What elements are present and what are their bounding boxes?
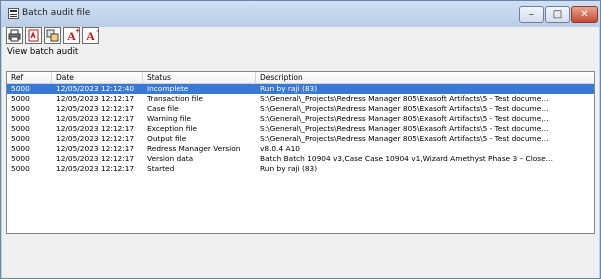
cell-status: Redress Manager Version [147, 144, 241, 153]
table-row[interactable]: 5000 12/05/2023 12:12:17 Case file S:\Gener… [7, 104, 594, 114]
printer-icon [8, 29, 21, 42]
copy-button[interactable] [44, 27, 61, 44]
column-header-date[interactable]: Date [52, 72, 143, 83]
minimize-icon: – [529, 8, 534, 20]
cell-description: Run by raji (83) [260, 84, 318, 93]
close-button[interactable]: ✕ [571, 6, 598, 23]
toolbar: A + A- [6, 27, 99, 47]
cell-description: Run by raji (83) [260, 164, 318, 173]
app-icon [8, 8, 19, 19]
export-pdf-button[interactable] [25, 27, 42, 44]
column-header-description[interactable]: Description [256, 72, 594, 83]
column-header-ref[interactable]: Ref [7, 72, 52, 83]
maximize-icon: □ [552, 8, 563, 20]
table-row[interactable]: 5000 12/05/2023 12:12:17 Exception file S:\… [7, 124, 594, 134]
table-row[interactable]: 5000 12/05/2023 12:12:17 Redress Manager V… [7, 144, 594, 154]
cell-status: Transaction file [147, 94, 203, 103]
cell-description: S:\General\_Projects\Redress Manager 805… [260, 94, 549, 103]
window-title: Batch audit file [22, 8, 91, 18]
cell-date: 12/05/2023 12:12:17 [56, 94, 135, 103]
cell-status: Incomplete [147, 84, 189, 93]
cell-date: 12/05/2023 12:12:17 [56, 114, 135, 123]
cell-description: S:\General\_Projects\Redress Manager 805… [260, 134, 549, 143]
audit-list[interactable]: Ref Date Status Description 5000 12/05/20… [6, 71, 595, 234]
cell-status: Case file [147, 104, 179, 113]
title-bar[interactable]: Batch audit file – □ ✕ [1, 1, 600, 27]
cell-ref: 5000 [11, 94, 30, 103]
cell-ref: 5000 [11, 84, 30, 93]
cell-ref: 5000 [11, 144, 30, 153]
cell-date: 12/05/2023 12:12:17 [56, 144, 135, 153]
font-increase-icon: A + [67, 27, 80, 43]
close-icon: ✕ [580, 8, 589, 20]
cell-ref: 5000 [11, 114, 30, 123]
cell-description: S:\General\_Projects\Redress Manager 805… [260, 114, 549, 123]
cell-status: Started [147, 164, 175, 173]
cell-ref: 5000 [11, 104, 30, 113]
font-decrease-icon: A- [86, 27, 99, 43]
cell-date: 12/05/2023 12:12:17 [56, 154, 135, 163]
cell-ref: 5000 [11, 134, 30, 143]
pdf-icon [28, 29, 39, 42]
print-button[interactable] [6, 27, 23, 44]
cell-date: 12/05/2023 12:12:17 [56, 124, 135, 133]
increase-font-button[interactable]: A + [63, 27, 80, 44]
cell-status: Output file [147, 134, 187, 143]
cell-date: 12/05/2023 12:12:17 [56, 164, 135, 173]
table-row[interactable]: 5000 12/05/2023 12:12:40 Incomplete Run by … [7, 84, 594, 94]
copy-icon [46, 29, 59, 42]
maximize-button[interactable]: □ [545, 6, 570, 23]
list-body: 5000 12/05/2023 12:12:40 Incomplete Run by … [7, 84, 594, 174]
table-row[interactable]: 5000 12/05/2023 12:12:17 Warning file S:\Ge… [7, 114, 594, 124]
client-area: A + A- View batch audit Ref Date Status D… [2, 27, 599, 278]
view-caption: View batch audit [7, 47, 79, 57]
cell-ref: 5000 [11, 154, 30, 163]
batch-audit-window: Batch audit file – □ ✕ A + A - View batc… [0, 0, 601, 279]
cell-description: Batch Batch 10904 v3,Case Case 10904 v1,… [260, 154, 554, 163]
minimize-button[interactable]: – [519, 6, 544, 23]
cell-status: Warning file [147, 114, 191, 123]
cell-date: 12/05/2023 12:12:17 [56, 104, 135, 113]
table-row[interactable]: 5000 12/05/2023 12:12:17 Output file S:\Gen… [7, 134, 594, 144]
table-row[interactable]: 5000 12/05/2023 12:12:17 Version data Batch… [7, 154, 594, 164]
column-header-status[interactable]: Status [143, 72, 256, 83]
cell-status: Version data [147, 154, 194, 163]
table-row[interactable]: 5000 12/05/2023 12:12:17 Started Run by raj… [7, 164, 594, 174]
cell-ref: 5000 [11, 124, 30, 133]
cell-description: S:\General\_Projects\Redress Manager 805… [260, 104, 549, 113]
cell-description: v8.0.4 A10 [260, 144, 300, 153]
list-header: Ref Date Status Description [7, 72, 594, 84]
table-row[interactable]: 5000 12/05/2023 12:12:17 Transaction file S… [7, 94, 594, 104]
decrease-font-button[interactable]: A- [82, 27, 99, 44]
cell-status: Exception file [147, 124, 197, 133]
cell-date: 12/05/2023 12:12:17 [56, 134, 135, 143]
cell-ref: 5000 [11, 164, 30, 173]
cell-date: 12/05/2023 12:12:40 [56, 84, 135, 93]
cell-description: S:\General\_Projects\Redress Manager 805… [260, 124, 549, 133]
